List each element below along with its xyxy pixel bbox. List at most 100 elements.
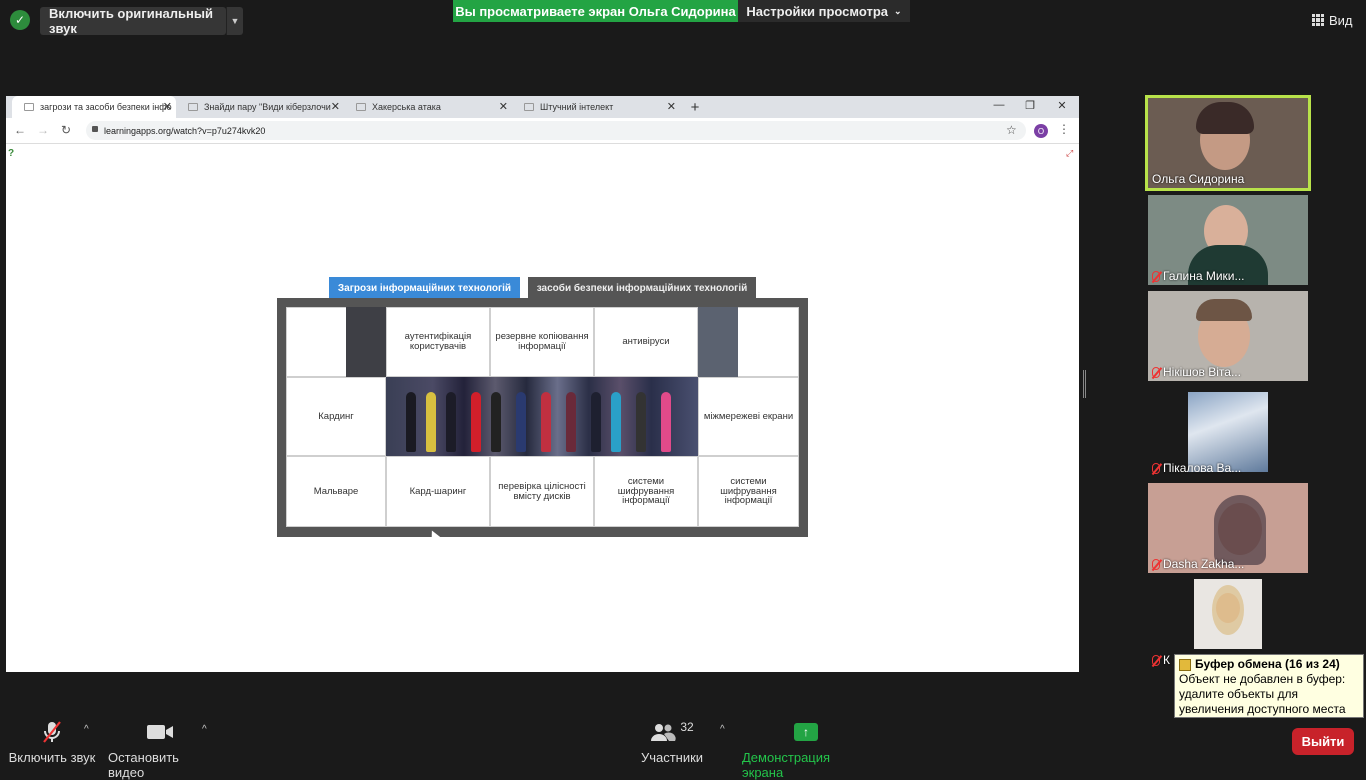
close-icon[interactable]: ✕ <box>667 100 676 113</box>
back-icon[interactable]: ← <box>12 123 28 137</box>
fullscreen-icon[interactable]: ⤢ <box>1066 148 1078 158</box>
participants-button[interactable]: 32 Участники <box>640 720 704 765</box>
participant-avatar-image <box>1188 392 1268 472</box>
tab-threats[interactable]: Загрози інформаційних технологій <box>329 277 520 299</box>
reload-icon[interactable]: ↻ <box>58 123 74 137</box>
mic-muted-icon <box>1152 366 1160 378</box>
page-icon <box>188 103 198 111</box>
browser-tab[interactable]: Хакерська атака ✕ <box>344 96 512 118</box>
puzzle-piece[interactable]: Кардинг <box>286 377 386 456</box>
view-button[interactable]: Вид <box>1312 10 1360 30</box>
clipboard-icon <box>1179 658 1191 671</box>
lock-icon <box>92 126 98 132</box>
mic-muted-icon <box>1152 654 1160 666</box>
participant-hair <box>1196 299 1252 321</box>
participant-name: Пікалова Ва... <box>1152 461 1241 475</box>
browser-tab[interactable]: Штучний інтелект ✕ <box>512 96 680 118</box>
mic-muted-icon <box>40 720 64 744</box>
puzzle-piece[interactable]: Кард-шаринг <box>386 456 490 527</box>
stop-video-button[interactable]: Остановить видео <box>108 720 212 780</box>
help-icon[interactable]: ? <box>8 148 20 160</box>
participant-name: К <box>1152 653 1170 667</box>
participant-video-tile[interactable]: Нікішов Віта... <box>1148 291 1308 381</box>
unmute-button[interactable]: Включить звук <box>8 720 96 765</box>
puzzle-piece[interactable]: міжмережеві екрани <box>698 377 799 456</box>
restore-icon[interactable]: ❐ <box>1022 99 1038 112</box>
piece-label: міжмережеві екрани <box>703 410 794 422</box>
security-shield-icon[interactable]: ✓ <box>10 10 30 30</box>
browser-tab-title: загрози та засоби безпеки інфо <box>40 102 172 112</box>
view-settings-label: Настройки просмотра <box>746 3 889 19</box>
leave-button[interactable]: Выйти <box>1292 728 1354 755</box>
mic-muted-icon <box>1152 558 1160 570</box>
url-field[interactable]: learningapps.org/watch?v=p7u274kvk20 <box>86 121 1026 140</box>
new-tab-icon[interactable]: + <box>686 98 704 116</box>
mic-muted-icon <box>1152 462 1160 474</box>
browser-tab-bar: загрози та засоби безпеки інфо ✕ Знайди … <box>6 96 1079 118</box>
close-window-icon[interactable]: ✕ <box>1054 99 1070 112</box>
participant-video-tile[interactable]: Галина Мики... <box>1148 195 1308 285</box>
grid-view-icon <box>1312 14 1324 26</box>
piece-label: Кард-шаринг <box>409 485 467 497</box>
clipboard-notification: Буфер обмена (16 из 24) Объект не добавл… <box>1174 654 1364 718</box>
close-icon[interactable]: ✕ <box>163 100 172 113</box>
puzzle-piece[interactable]: антивіруси <box>594 307 698 377</box>
piece-label: антивіруси <box>622 336 670 348</box>
original-sound-button[interactable]: Включить оригинальный звук <box>40 6 226 36</box>
photo-fragment <box>346 307 386 377</box>
bookmark-star-icon[interactable]: ☆ <box>1006 123 1017 137</box>
video-camera-icon <box>146 720 174 744</box>
participant-video-tile[interactable]: Пікалова Ва... <box>1148 387 1308 477</box>
mic-muted-icon <box>1152 270 1160 282</box>
participant-name: Ольга Сидорина <box>1152 172 1245 186</box>
url-text: learningapps.org/watch?v=p7u274kvk20 <box>104 125 266 136</box>
minimize-icon[interactable]: — <box>991 99 1007 111</box>
browser-tab-title: Хакерська атака <box>372 102 441 112</box>
participants-options-caret-icon[interactable]: ^ <box>720 724 725 735</box>
participant-video-tile[interactable]: Dasha Zakha... <box>1148 483 1308 573</box>
tab-security-tools[interactable]: засоби безпеки інформаційних технологій <box>528 277 756 299</box>
piece-label: резервне копіювання інформації <box>495 331 589 352</box>
page-icon <box>356 103 366 111</box>
participants-icon: 32 <box>650 720 694 744</box>
close-icon[interactable]: ✕ <box>499 100 508 113</box>
puzzle-board: аутентифікація користувачів резервне коп… <box>277 298 808 537</box>
puzzle-piece[interactable]: резервне копіювання інформації <box>490 307 594 377</box>
piece-label: перевірка цілісності вмісту дисків <box>498 480 586 502</box>
share-screen-button[interactable]: ↑ Демонстрация экрана <box>742 720 870 780</box>
forward-icon[interactable]: → <box>35 123 51 137</box>
share-screen-icon: ↑ <box>794 723 818 741</box>
puzzle-piece[interactable]: системи шифрування інформації <box>594 456 698 527</box>
browser-tab-title: Знайди пару "Види кіберзлочи <box>204 102 331 112</box>
share-screen-label: Демонстрация экрана <box>742 750 831 780</box>
audio-options-caret-icon[interactable]: ^ <box>84 724 89 735</box>
browser-tab[interactable]: Знайди пару "Види кіберзлочи ✕ <box>176 96 344 118</box>
participant-name: Dasha Zakha... <box>1152 557 1244 571</box>
participants-count: 32 <box>680 720 694 734</box>
more-menu-icon[interactable]: ⋮ <box>1058 122 1070 136</box>
address-bar: ← → ↻ learningapps.org/watch?v=p7u274kvk… <box>6 118 1079 144</box>
puzzle-piece[interactable]: аутентифікація користувачів <box>386 307 490 377</box>
video-options-caret-icon[interactable]: ^ <box>202 724 207 735</box>
chevron-down-icon[interactable]: ▼ <box>226 7 243 35</box>
clipboard-message: Объект не добавлен в буфер: удалите объе… <box>1179 672 1346 716</box>
profile-avatar[interactable]: O <box>1034 124 1048 138</box>
browser-tab-title: Штучний інтелект <box>540 102 614 112</box>
close-icon[interactable]: ✕ <box>331 100 340 113</box>
panel-resize-handle[interactable] <box>1083 370 1086 398</box>
puzzle-piece[interactable]: системи шифрування інформації <box>698 456 799 527</box>
browser-tab[interactable]: загрози та засоби безпеки інфо ✕ <box>12 96 176 118</box>
piece-label: системи шифрування інформації <box>617 475 675 507</box>
participant-hair <box>1196 102 1254 134</box>
piece-label: Кардинг <box>318 410 354 422</box>
participant-video-image <box>1194 579 1262 649</box>
puzzle-piece[interactable]: перевірка цілісності вмісту дисків <box>490 456 594 527</box>
view-button-label: Вид <box>1329 12 1353 28</box>
puzzle-piece[interactable]: Мальваре <box>286 456 386 527</box>
clipboard-title: Буфер обмена (16 из 24) <box>1195 657 1340 671</box>
view-settings-button[interactable]: Настройки просмотра ⌄ <box>738 0 910 22</box>
participant-video-tile[interactable]: Ольга Сидорина <box>1145 95 1311 191</box>
chevron-down-icon: ⌄ <box>894 5 902 16</box>
stop-video-label: Остановить видео <box>108 750 179 780</box>
piece-label: аутентифікація користувачів <box>404 331 472 352</box>
